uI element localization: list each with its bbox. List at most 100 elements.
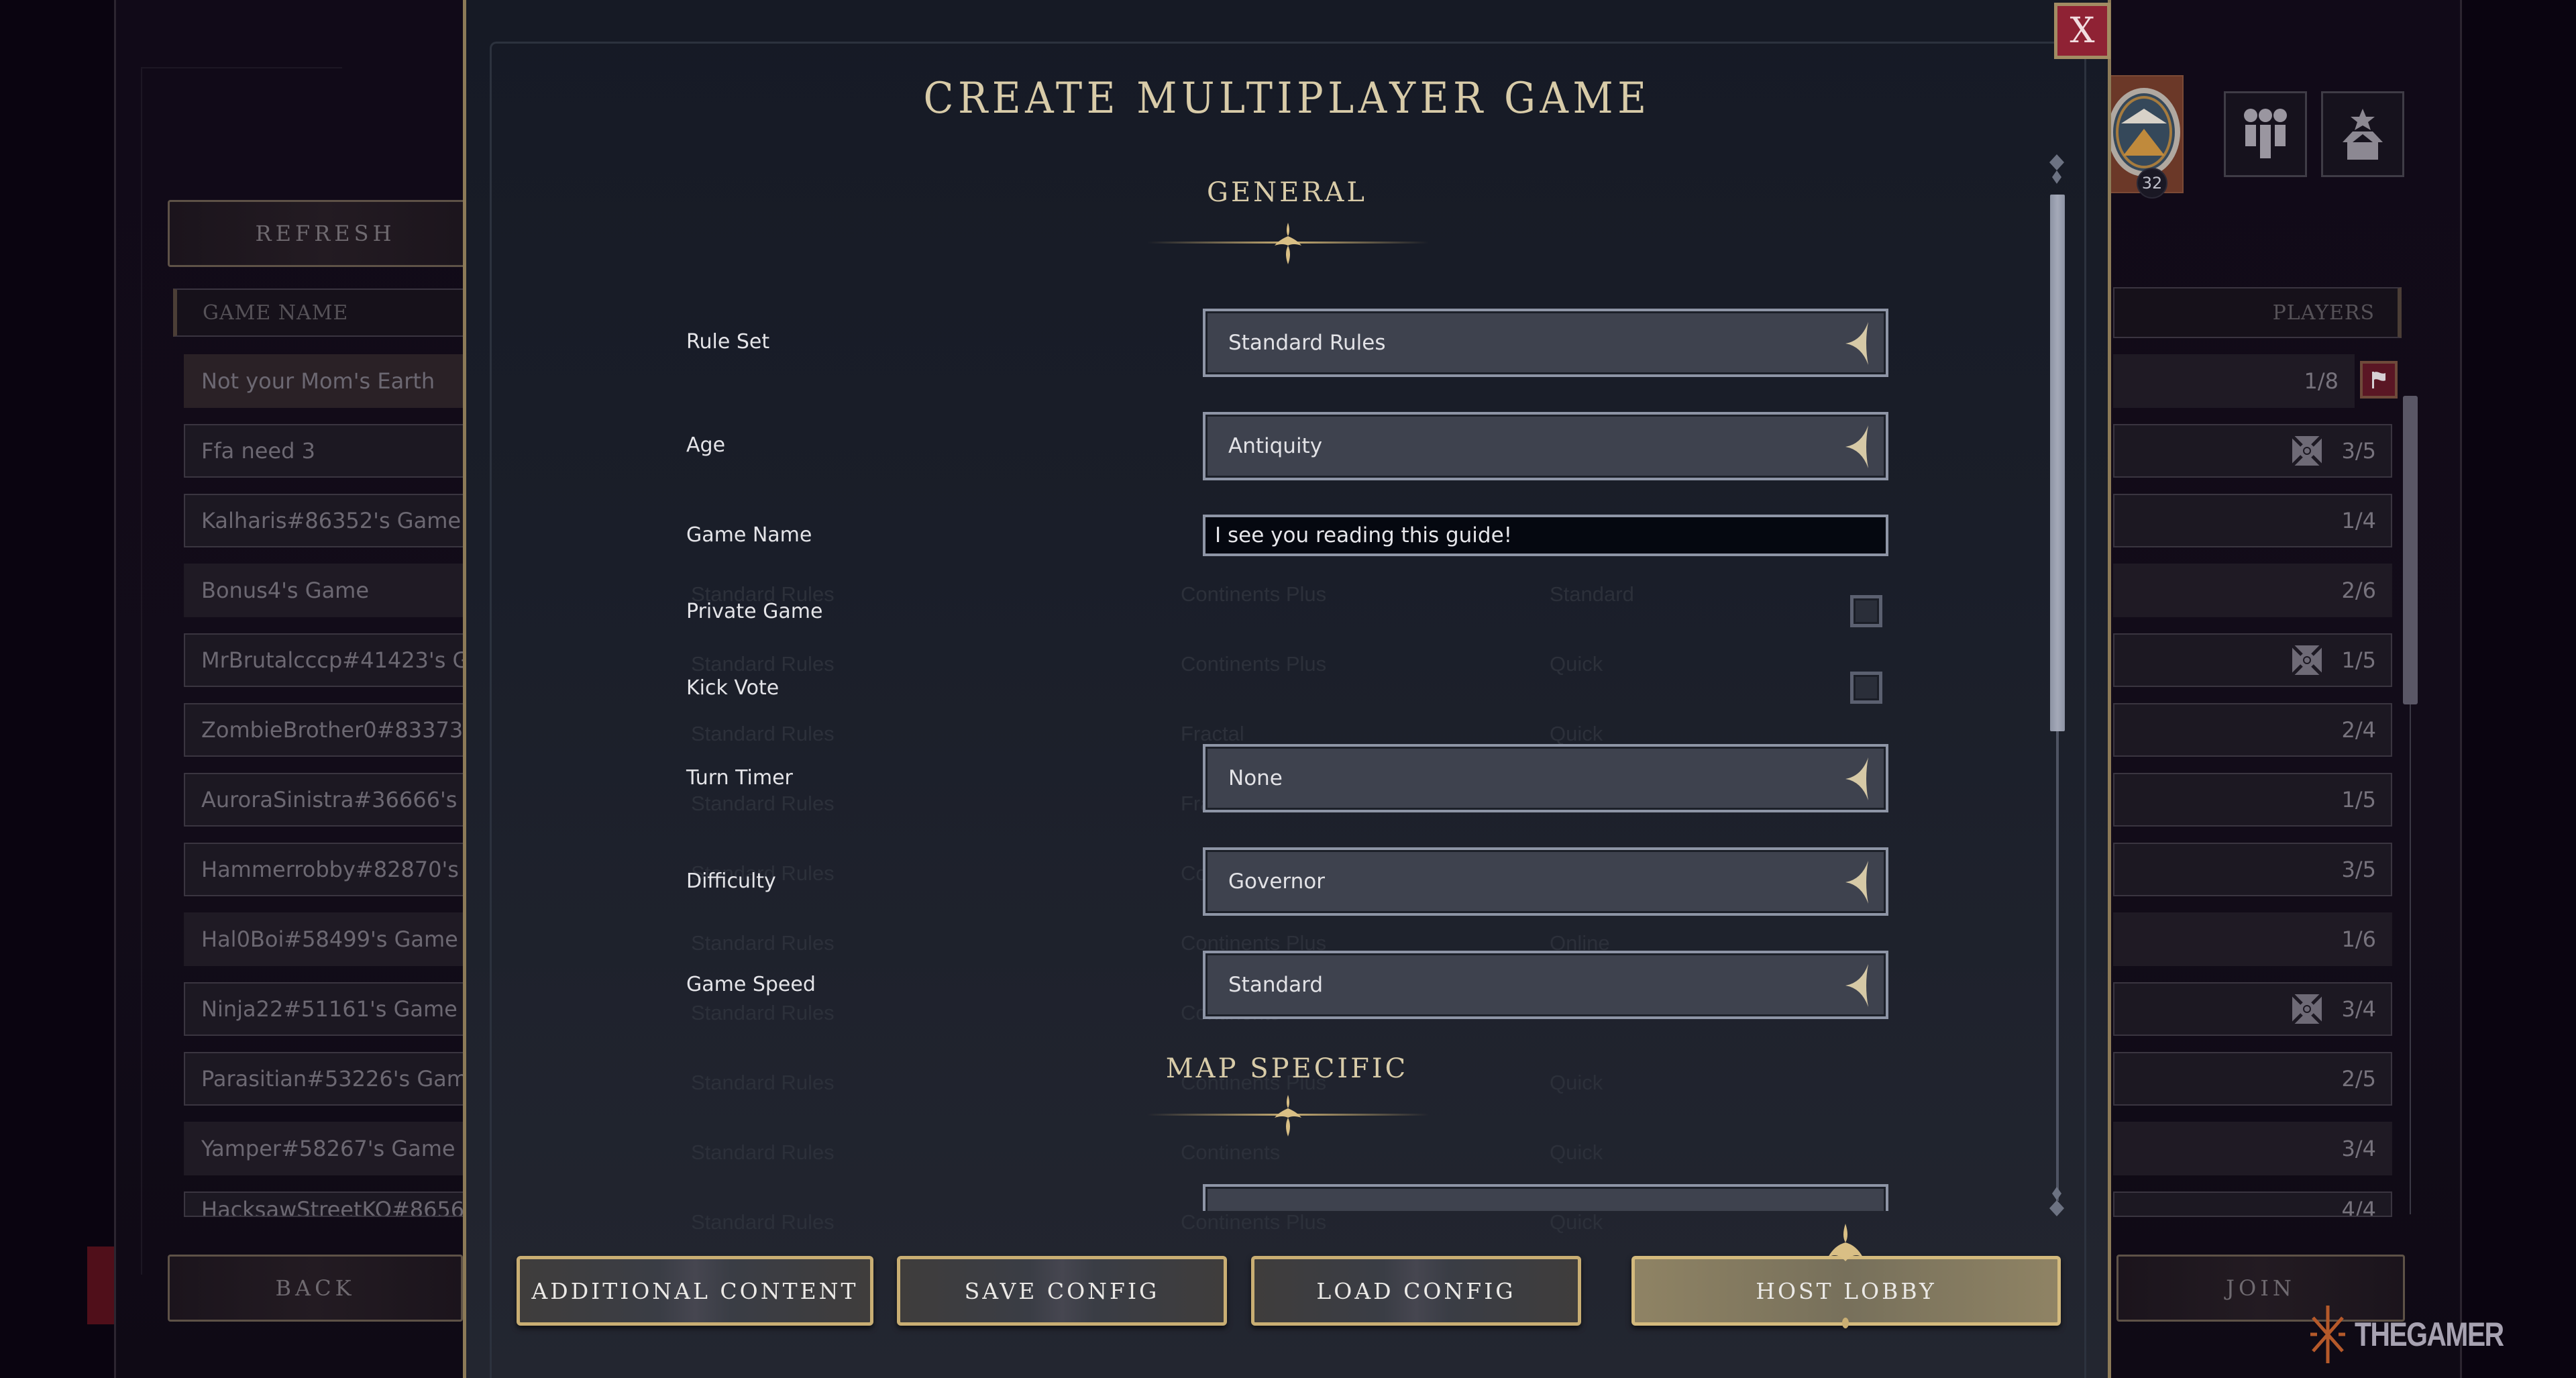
- player-count-row[interactable]: 3/5: [2113, 843, 2392, 896]
- game-name: Bonus4's Game: [201, 578, 370, 603]
- profile-emblem-icon: [2108, 88, 2180, 176]
- rewards-button[interactable]: [2321, 91, 2404, 177]
- host-button-dot: [1842, 1318, 1849, 1328]
- game-list-row[interactable]: AuroraSinistra#36666's Game: [184, 773, 528, 827]
- additional-content-button[interactable]: ADDITIONAL CONTENT: [517, 1256, 873, 1326]
- dropdown-arrow-icon: [1845, 757, 1868, 800]
- player-count: 1/5: [2341, 647, 2377, 673]
- player-count-row[interactable]: 1/5: [2113, 773, 2392, 827]
- age-dropdown[interactable]: Antiquity: [1203, 412, 1888, 480]
- ghost-column-text: Standard Rules: [691, 722, 835, 745]
- ghost-column-text: Quick: [1550, 722, 1603, 745]
- dialog-scrollbar-track[interactable]: [2056, 731, 2059, 1201]
- game-list-row[interactable]: Hal0Boi#58499's Game: [184, 912, 479, 966]
- crossplay-icon: [2290, 644, 2323, 676]
- background-left-strip: [0, 0, 114, 1378]
- crossplay-icon: [2290, 435, 2323, 467]
- game-speed-value: Standard: [1228, 973, 1324, 997]
- ghost-column-text: Quick: [1550, 652, 1603, 676]
- load-config-button[interactable]: LOAD CONFIG: [1251, 1256, 1581, 1326]
- game-list-row[interactable]: ZombieBrother0#83373's Game: [184, 703, 551, 757]
- section-title-general: GENERAL: [1207, 177, 1367, 208]
- game-speed-dropdown[interactable]: Standard: [1203, 951, 1888, 1019]
- turn-timer-label: Turn Timer: [686, 766, 793, 790]
- game-list-row[interactable]: Not your Mom's Earth: [184, 354, 479, 408]
- dialog-title: CREATE MULTIPLAYER GAME: [923, 74, 1651, 123]
- close-button[interactable]: X: [2054, 3, 2110, 59]
- player-count-row[interactable]: 3/4: [2113, 982, 2392, 1036]
- game-list-row[interactable]: Bonus4's Game: [184, 564, 479, 617]
- join-label: JOIN: [2226, 1275, 2296, 1301]
- thegamer-logo-icon: [2310, 1306, 2345, 1363]
- player-count: 2/4: [2341, 717, 2377, 743]
- game-name-column-header[interactable]: GAME NAME: [173, 288, 482, 337]
- flag-badge[interactable]: [2360, 361, 2398, 399]
- player-count: 1/4: [2341, 508, 2377, 533]
- ghost-column-text: Fractal: [1181, 722, 1244, 745]
- kick-vote-label: Kick Vote: [686, 676, 780, 700]
- ghost-column-text: Continents: [1181, 1141, 1281, 1164]
- game-list-row[interactable]: Yamper#58267's Game: [184, 1122, 479, 1175]
- player-count: 3/5: [2341, 438, 2377, 464]
- ghost-column-text: Standard Rules: [691, 792, 835, 815]
- game-list-row[interactable]: Ninja22#51161's Game: [184, 982, 479, 1036]
- refresh-label: REFRESH: [255, 221, 396, 246]
- difficulty-label: Difficulty: [686, 869, 776, 893]
- player-count-row[interactable]: 3/5: [2113, 424, 2392, 478]
- game-list-row[interactable]: Parasitian#53226's Game: [184, 1052, 481, 1106]
- players-column-header[interactable]: PLAYERS: [2113, 287, 2402, 338]
- player-count-row[interactable]: 2/6: [2113, 564, 2392, 617]
- players-header-label: PLAYERS: [2272, 301, 2375, 325]
- save-config-button[interactable]: SAVE CONFIG: [897, 1256, 1227, 1326]
- ghost-column-text: Standard Rules: [691, 1210, 835, 1234]
- player-count-row[interactable]: 3/4: [2113, 1122, 2392, 1175]
- game-list-row[interactable]: HacksawStreetKO#86566's Game: [184, 1191, 479, 1217]
- game-list-row[interactable]: Ffa need 3: [184, 424, 479, 478]
- player-count-row[interactable]: 1/5: [2113, 633, 2392, 687]
- game-list-row[interactable]: Hammerrobby#82870's Game: [184, 843, 529, 896]
- kick-vote-checkbox[interactable]: [1850, 672, 1882, 704]
- save-config-label: SAVE CONFIG: [964, 1277, 1160, 1304]
- player-count: 1/6: [2341, 926, 2377, 952]
- section-divider-ornament: [1147, 223, 1429, 264]
- game-name-value: I see you reading this guide!: [1215, 523, 1513, 547]
- dropdown-arrow-icon: [1845, 861, 1868, 904]
- player-count-row[interactable]: 2/5: [2113, 1052, 2392, 1106]
- player-count-row[interactable]: 1/6: [2113, 912, 2392, 966]
- scroll-down-arrow[interactable]: [2048, 1184, 2065, 1218]
- friends-icon: [2244, 109, 2287, 158]
- crossplay-icon: [2290, 644, 2323, 676]
- ghost-column-text: Continents Plus: [1181, 582, 1327, 606]
- refresh-button[interactable]: REFRESH: [168, 200, 483, 267]
- dialog-scrollbar-thumb[interactable]: [2050, 195, 2065, 731]
- profile-level: 32: [2141, 174, 2163, 193]
- host-lobby-button[interactable]: HOST LOBBY: [1631, 1256, 2061, 1326]
- game-name: Not your Mom's Earth: [201, 368, 435, 394]
- friends-button[interactable]: [2224, 91, 2307, 177]
- game-name-input[interactable]: I see you reading this guide!: [1203, 515, 1888, 556]
- load-config-label: LOAD CONFIG: [1316, 1277, 1516, 1304]
- additional-content-label: ADDITIONAL CONTENT: [531, 1277, 859, 1304]
- game-name: Yamper#58267's Game: [201, 1136, 455, 1161]
- private-game-checkbox[interactable]: [1850, 595, 1882, 627]
- player-count-row[interactable]: 1/8: [2113, 354, 2355, 408]
- turn-timer-dropdown[interactable]: None: [1203, 744, 1888, 812]
- game-list-row[interactable]: MrBrutalcccp#41423's Game: [184, 633, 517, 687]
- close-icon: X: [2070, 11, 2095, 51]
- ghost-column-text: Standard: [1550, 582, 1634, 606]
- player-count-row[interactable]: 4/4: [2113, 1191, 2392, 1217]
- rule-set-dropdown[interactable]: Standard Rules: [1203, 309, 1888, 377]
- background-right-strip: [2462, 0, 2576, 1378]
- game-list-scrollbar-track[interactable]: [2410, 704, 2411, 1214]
- player-count-row[interactable]: 1/4: [2113, 494, 2392, 547]
- game-name: Ninja22#51161's Game: [201, 996, 458, 1022]
- difficulty-dropdown[interactable]: Governor: [1203, 847, 1888, 916]
- ghost-column-text: Continents Plus: [1181, 1210, 1327, 1234]
- dropdown-arrow-icon: [1845, 322, 1868, 365]
- scroll-up-arrow[interactable]: [2048, 153, 2065, 187]
- game-list-row[interactable]: Kalharis#86352's Game: [184, 494, 479, 547]
- game-list-scrollbar-thumb[interactable]: [2403, 396, 2418, 704]
- map-type-dropdown-clipped[interactable]: [1203, 1184, 1888, 1211]
- back-button[interactable]: BACK: [168, 1255, 463, 1322]
- player-count-row[interactable]: 2/4: [2113, 703, 2392, 757]
